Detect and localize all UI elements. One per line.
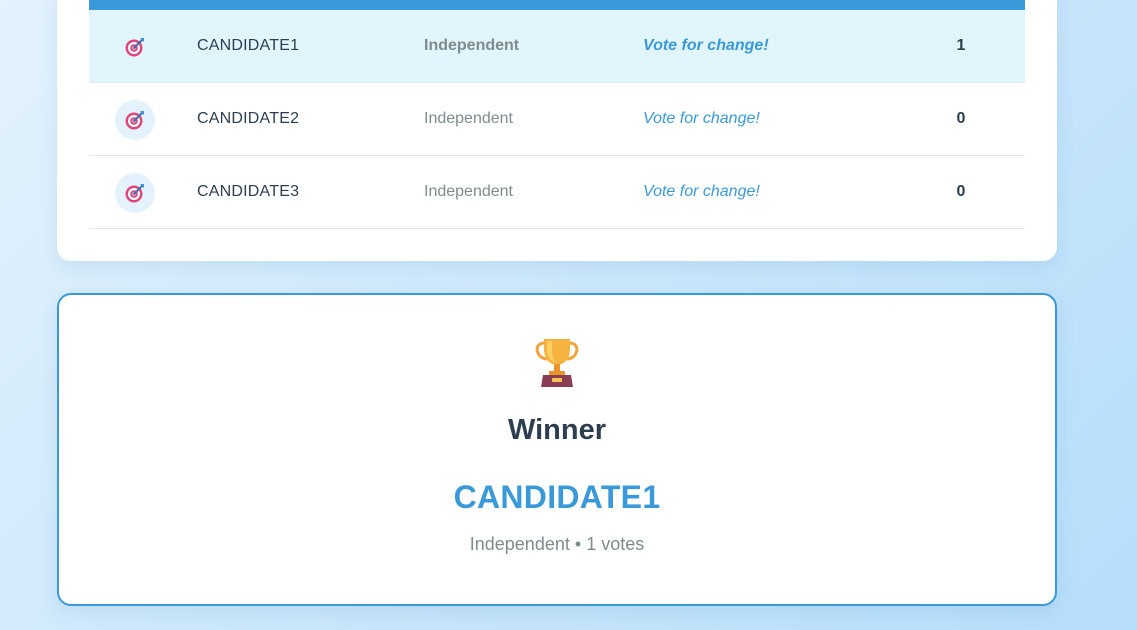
table-row: CANDIDATE3 Independent Vote for change! … <box>89 156 1025 229</box>
candidate-slogan: Vote for change! <box>643 110 760 127</box>
table-row: CANDIDATE1 Independent Vote for change! … <box>89 10 1025 83</box>
candidate-name: CANDIDATE3 <box>197 183 300 200</box>
table-header-bar <box>89 0 1025 10</box>
table-row: CANDIDATE2 Independent Vote for change! … <box>89 83 1025 156</box>
target-icon <box>125 111 144 130</box>
winner-separator: • <box>574 534 582 554</box>
candidate-party: Independent <box>424 183 513 200</box>
winner-votes: 1 votes <box>586 534 645 554</box>
trophy-icon <box>535 339 579 387</box>
target-icon <box>125 184 144 203</box>
target-icon <box>125 38 144 57</box>
winner-heading: Winner <box>507 414 607 446</box>
candidate-votes: 0 <box>956 110 966 127</box>
candidate-slogan: Vote for change! <box>643 183 760 200</box>
candidate-votes: 1 <box>956 37 966 54</box>
results-card: CANDIDATE1 Independent Vote for change! … <box>57 0 1057 261</box>
winner-name: CANDIDATE1 <box>453 479 661 515</box>
winner-party: Independent <box>469 534 570 554</box>
results-table: CANDIDATE1 Independent Vote for change! … <box>89 10 1025 229</box>
candidate-avatar <box>115 100 155 140</box>
candidate-slogan: Vote for change! <box>643 37 769 54</box>
candidate-avatar <box>115 27 155 67</box>
candidate-votes: 0 <box>956 183 966 200</box>
candidate-name: CANDIDATE2 <box>197 110 300 127</box>
winner-card: Winner CANDIDATE1 Independent • 1 votes <box>57 293 1057 606</box>
candidate-party: Independent <box>424 37 520 54</box>
candidate-name: CANDIDATE1 <box>197 37 300 54</box>
candidate-party: Independent <box>424 110 513 127</box>
winner-details: Independent • 1 votes <box>59 534 1055 555</box>
candidate-avatar <box>115 173 155 213</box>
